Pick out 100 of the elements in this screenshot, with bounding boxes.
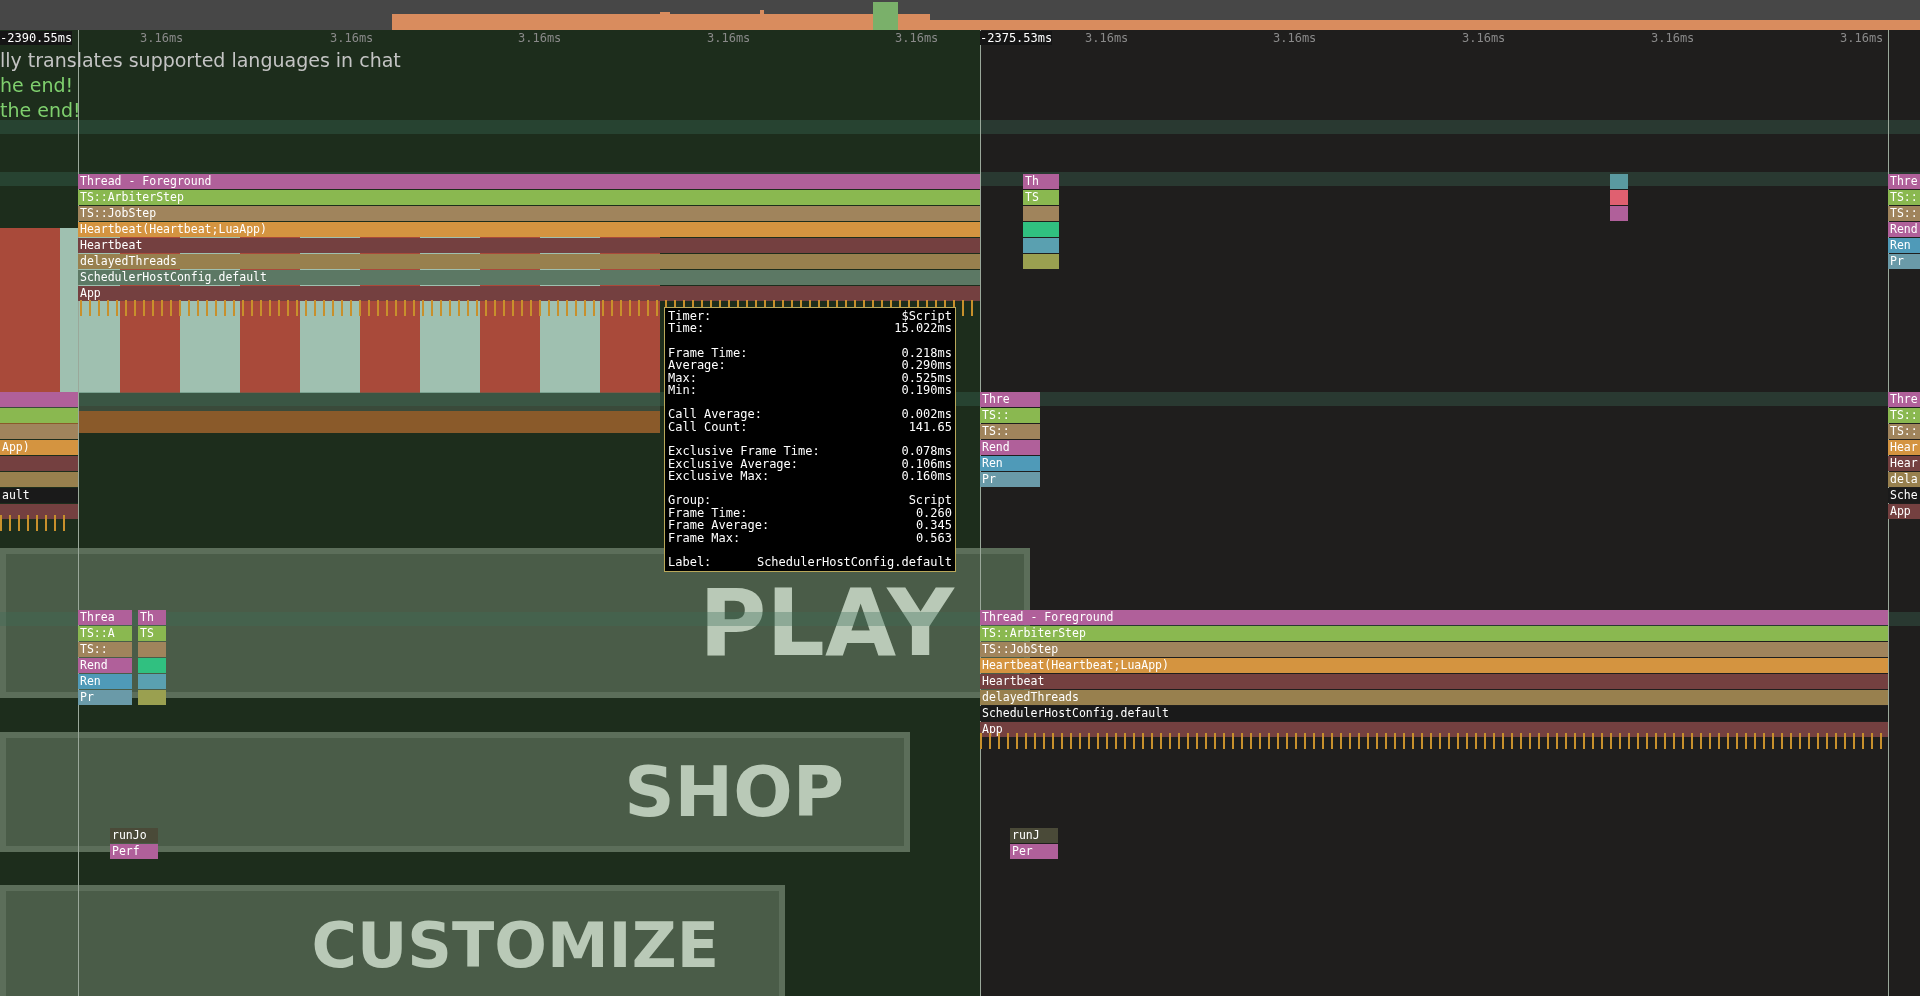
timer-bar[interactable]: App (980, 722, 1888, 737)
ruler-tick-label: 3.16ms (1085, 31, 1129, 45)
timer-bar[interactable]: Heartbeat (980, 674, 1888, 689)
tooltip-key: Exclusive Max: (668, 470, 770, 483)
timer-bar[interactable]: TS:: (1888, 206, 1920, 221)
chat-message: he end! (0, 74, 74, 96)
timer-bar[interactable]: TS::A (78, 626, 132, 641)
ruler-tick-label: 3.16ms (707, 31, 751, 45)
timer-bar[interactable]: Pr (980, 472, 1040, 487)
customize-button[interactable]: CUSTOMIZE (0, 885, 785, 996)
timer-bar[interactable]: dela (1888, 472, 1920, 487)
timer-bar[interactable]: TS:: (980, 424, 1040, 439)
tooltip-value: 0.160ms (901, 470, 952, 483)
timer-bar[interactable]: Perf (110, 844, 158, 859)
frame-histogram-drawing[interactable] (0, 0, 1920, 30)
chat-message: the end! (0, 99, 81, 121)
tooltip-value: 141.65 (908, 420, 952, 434)
ruler-tick-label: 3.16ms (1462, 31, 1506, 45)
timer-bar[interactable]: TS:: (980, 408, 1040, 423)
tooltip-key: Label: (668, 556, 712, 569)
timer-bar[interactable]: Rend (980, 440, 1040, 455)
timer-bar[interactable]: SchedulerHostConfig.default (980, 706, 1888, 721)
tooltip-value: 15.022ms (894, 322, 952, 335)
tooltip-key: Min: (668, 384, 697, 397)
timer-bar[interactable]: App (1888, 504, 1920, 519)
timer-bar[interactable]: Heartbeat (78, 238, 980, 253)
timer-bar[interactable]: SchedulerHostConfig.default (78, 270, 980, 285)
timer-bar[interactable]: Heartbeat(Heartbeat;LuaApp) (78, 222, 980, 237)
timer-bar[interactable]: Threa (78, 610, 132, 625)
timer-bar[interactable]: Pr (78, 690, 132, 705)
tooltip-value: 0.260 (915, 506, 952, 520)
timer-bar[interactable]: TS:: (78, 642, 132, 657)
tooltip-key: Frame Time: (668, 346, 748, 360)
timer-bar[interactable]: Rend (1888, 222, 1920, 237)
tooltip-value: 0.106ms (901, 457, 952, 471)
timer-bar[interactable]: App) (0, 440, 78, 455)
tooltip-key: Frame Max: (668, 531, 741, 545)
timer-bar[interactable]: Thre (1888, 392, 1920, 407)
ruler-tick-label: 3.16ms (518, 31, 562, 45)
timer-bar[interactable]: Thre (1888, 174, 1920, 189)
tooltip-value: 0.290ms (901, 359, 952, 372)
ruler-tick-label: 3.16ms (330, 31, 374, 45)
timer-bar[interactable]: TS::JobStep (78, 206, 980, 221)
timer-bar[interactable]: runJo (110, 828, 158, 843)
timer-bar[interactable]: Thread - Foreground (78, 174, 980, 189)
ruler-tick-label: 3.16ms (140, 31, 184, 45)
tooltip-value: $Script (901, 310, 952, 323)
tooltip-key: Time: (668, 322, 705, 335)
tooltip-value: Script (908, 494, 952, 507)
timer-bar[interactable]: App (78, 286, 980, 301)
timer-bar[interactable] (0, 504, 78, 519)
ruler-tick-label: 3.16ms (895, 31, 939, 45)
tooltip-value: 0.190ms (901, 384, 952, 397)
timer-bar[interactable]: Ren (980, 456, 1040, 471)
tooltip-key: Exclusive Average: (668, 457, 799, 471)
timer-bar[interactable]: Ren (1888, 238, 1920, 253)
frame-start-time: -2390.55ms (0, 31, 73, 45)
tooltip-value: SchedulerHostConfig.default (756, 556, 952, 569)
ruler-tick-label: 3.16ms (1273, 31, 1317, 45)
timer-bar[interactable]: TS::ArbiterStep (78, 190, 980, 205)
tooltip-key: Call Average: (668, 408, 762, 421)
timer-bar[interactable]: Th (1023, 174, 1059, 189)
timer-bar[interactable]: delayedThreads (980, 690, 1888, 705)
timer-bar[interactable]: Thre (980, 392, 1040, 407)
tooltip-key: Average: (668, 359, 726, 372)
timer-bar[interactable]: Heartbeat(Heartbeat;LuaApp) (980, 658, 1888, 673)
timer-bar[interactable]: Th (138, 610, 166, 625)
tooltip-key: Group: (668, 494, 712, 507)
timer-bar[interactable]: TS (1023, 190, 1059, 205)
ruler-tick-label: 3.16ms (1840, 31, 1884, 45)
timer-bar[interactable]: TS:: (1888, 408, 1920, 423)
timer-bar[interactable]: TS:: (1888, 190, 1920, 205)
tooltip-key: Timer: (668, 310, 712, 323)
timer-bar[interactable]: TS (138, 626, 166, 641)
timer-bar[interactable]: delayedThreads (78, 254, 980, 269)
tooltip-value: 0.345 (915, 519, 952, 532)
timer-bar[interactable]: TS:: (1888, 424, 1920, 439)
tooltip-key: Frame Time: (668, 506, 748, 520)
ruler-tick-label: 3.16ms (1651, 31, 1695, 45)
timer-bar[interactable]: Thread - Foreground (980, 610, 1888, 625)
tooltip-value: 0.563 (915, 531, 952, 545)
timer-bar[interactable]: Ren (78, 674, 132, 689)
timer-bar[interactable]: Rend (78, 658, 132, 673)
timer-bar[interactable]: Sche (1888, 488, 1920, 503)
timer-bar[interactable]: ault (0, 488, 78, 503)
tooltip-value: 0.078ms (901, 445, 952, 458)
timer-bar[interactable]: TS::JobStep (980, 642, 1888, 657)
tooltip-value: 0.218ms (901, 346, 952, 360)
timer-bar[interactable]: TS::ArbiterStep (980, 626, 1888, 641)
tooltip-value: 0.525ms (901, 371, 952, 385)
timer-bar[interactable]: Hear (1888, 440, 1920, 455)
timer-bar[interactable]: Per (1010, 844, 1058, 859)
timer-bar[interactable]: Hear (1888, 456, 1920, 471)
timer-bar[interactable]: Pr (1888, 254, 1920, 269)
tooltip-key: Exclusive Frame Time: (668, 445, 820, 458)
tooltip-key: Max: (668, 371, 697, 385)
timer-bar[interactable]: runJ (1010, 828, 1058, 843)
frame-start-time: -2375.53ms (980, 31, 1053, 45)
tooltip-key: Frame Average: (668, 519, 770, 532)
tooltip-value: 0.002ms (901, 408, 952, 421)
